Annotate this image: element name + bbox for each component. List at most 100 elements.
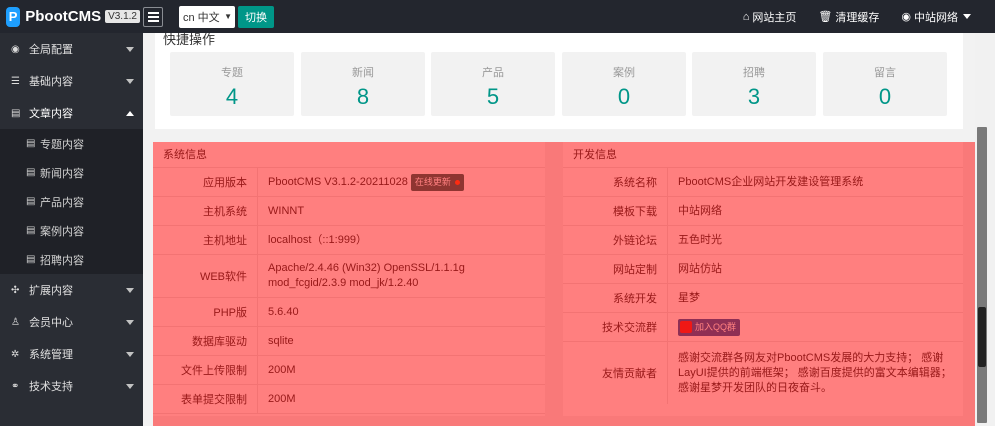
row-value: PbootCMS V3.1.2-20211028 在线更新 bbox=[257, 168, 545, 196]
table-row: 技术交流群 加入QQ群 bbox=[563, 313, 963, 342]
row-key: 系统开发 bbox=[613, 293, 657, 305]
row-value[interactable]: 五色时光 bbox=[667, 226, 963, 254]
stat-topics[interactable]: 专题 4 bbox=[170, 52, 294, 116]
sidebar-item-global-config[interactable]: ◉ 全局配置 bbox=[0, 33, 143, 65]
sidebar-item-support[interactable]: ⚭ 技术支持 bbox=[0, 370, 143, 402]
logo-icon: P bbox=[6, 6, 21, 27]
switch-language-button[interactable]: 切换 bbox=[238, 5, 274, 28]
row-value: WINNT bbox=[257, 197, 545, 225]
table-row: 文件上传限制 200M bbox=[153, 356, 545, 385]
globe-icon: ◉ bbox=[11, 43, 20, 55]
sidebar-subitem-news[interactable]: ▤ 新闻内容 bbox=[0, 158, 143, 187]
scrollbar-thumb[interactable] bbox=[977, 127, 987, 423]
row-key: 模板下载 bbox=[613, 206, 657, 218]
sidebar: ◉ 全局配置 ☰ 基础内容 ▤ 文章内容 ▤ 专题内容 ▤ 新闻内容 ▤ 产品内… bbox=[0, 33, 143, 426]
row-key: 应用版本 bbox=[203, 177, 247, 189]
sidebar-item-article-content[interactable]: ▤ 文章内容 bbox=[0, 97, 143, 129]
qq-icon bbox=[680, 321, 692, 333]
row-key: 主机地址 bbox=[203, 235, 247, 247]
sidebar-subitem-products[interactable]: ▤ 产品内容 bbox=[0, 187, 143, 216]
user-menu[interactable]: ◉ 中站网络 bbox=[901, 9, 971, 25]
sidebar-subitem-topics[interactable]: ▤ 专题内容 bbox=[0, 129, 143, 158]
sidebar-subitem-jobs[interactable]: ▤ 招聘内容 bbox=[0, 245, 143, 274]
sidebar-item-extensions[interactable]: ✣ 扩展内容 bbox=[0, 274, 143, 306]
stat-label: 产品 bbox=[482, 67, 504, 79]
logo-text: PbootCMS bbox=[25, 8, 102, 25]
sidebar-item-system[interactable]: ✲ 系统管理 bbox=[0, 338, 143, 370]
site-home-label: 网站主页 bbox=[752, 11, 797, 24]
table-row: 模板下载 中站网络 bbox=[563, 197, 963, 226]
stat-cases[interactable]: 案例 0 bbox=[562, 52, 686, 116]
file-icon: ▤ bbox=[26, 167, 36, 178]
row-key: 数据库驱动 bbox=[192, 336, 247, 348]
version-badge: V3.1.2 bbox=[105, 10, 140, 23]
stat-jobs[interactable]: 招聘 3 bbox=[692, 52, 816, 116]
chevron-down-icon: ▼ bbox=[224, 12, 232, 21]
file-icon: ▤ bbox=[26, 138, 36, 149]
stat-value: 5 bbox=[486, 84, 500, 109]
stat-messages[interactable]: 留言 0 bbox=[823, 52, 947, 116]
menu-toggle-button[interactable] bbox=[143, 6, 163, 27]
row-key: 外链论坛 bbox=[613, 235, 657, 247]
sliders-icon: ☰ bbox=[11, 75, 20, 87]
caret-down-icon bbox=[126, 320, 134, 325]
clear-cache-link[interactable]: 🗑 清理缓存 bbox=[818, 9, 879, 25]
stat-products[interactable]: 产品 5 bbox=[431, 52, 555, 116]
file-icon: ▤ bbox=[26, 254, 36, 265]
sidebar-subitem-label: 新闻内容 bbox=[40, 167, 84, 180]
stat-label: 案例 bbox=[613, 67, 635, 79]
stat-label: 专题 bbox=[221, 67, 243, 79]
stat-value: 0 bbox=[878, 84, 892, 109]
row-key: 文件上传限制 bbox=[181, 365, 247, 377]
caret-down-icon bbox=[963, 14, 971, 19]
join-qq-group-button[interactable]: 加入QQ群 bbox=[678, 318, 741, 336]
row-value[interactable]: 中站网络 bbox=[667, 197, 963, 225]
row-key: WEB软件 bbox=[199, 271, 247, 283]
sidebar-item-members[interactable]: ♙ 会员中心 bbox=[0, 306, 143, 338]
table-row: WEB软件 Apache/2.4.46 (Win32) OpenSSL/1.1.… bbox=[153, 255, 545, 298]
sidebar-item-label: 会员中心 bbox=[29, 317, 73, 329]
row-value: Apache/2.4.46 (Win32) OpenSSL/1.1.1g mod… bbox=[257, 255, 545, 297]
app-version: PbootCMS V3.1.2-20211028 bbox=[268, 175, 408, 188]
table-row: 系统名称 PbootCMS企业网站开发建设管理系统 bbox=[563, 168, 963, 197]
row-key: PHP版 bbox=[213, 307, 247, 319]
home-icon: ⌂ bbox=[742, 10, 750, 23]
row-value: 200M bbox=[257, 356, 545, 384]
hamburger-icon bbox=[147, 15, 159, 18]
system-info-panel: 系统信息 应用版本 PbootCMS V3.1.2-20211028 在线更新 … bbox=[153, 142, 545, 416]
dev-info-title: 开发信息 bbox=[563, 142, 963, 168]
sidebar-item-basic-content[interactable]: ☰ 基础内容 bbox=[0, 65, 143, 97]
table-row: 数据库驱动 sqlite bbox=[153, 327, 545, 356]
row-value[interactable]: 网站仿站 bbox=[667, 255, 963, 283]
table-row: 友情贡献者 感谢交流群各网友对PbootCMS发展的大力支持； 感谢LayUI提… bbox=[563, 342, 963, 404]
sidebar-item-label: 系统管理 bbox=[29, 349, 73, 361]
gear-icon: ✲ bbox=[11, 348, 20, 360]
table-row: 表单提交限制 200M bbox=[153, 385, 545, 414]
row-value[interactable]: PbootCMS企业网站开发建设管理系统 bbox=[667, 168, 963, 196]
scrollbar-grip bbox=[978, 307, 986, 367]
stat-value: 8 bbox=[356, 84, 370, 109]
online-update-label: 在线更新 bbox=[414, 176, 451, 187]
row-value: 星梦 bbox=[667, 284, 963, 312]
user-menu-label: 中站网络 bbox=[914, 11, 958, 24]
stat-news[interactable]: 新闻 8 bbox=[301, 52, 425, 116]
clear-cache-label: 清理缓存 bbox=[835, 11, 880, 24]
sidebar-subitem-cases[interactable]: ▤ 案例内容 bbox=[0, 216, 143, 245]
sidebar-subitem-label: 招聘内容 bbox=[40, 254, 84, 267]
language-select[interactable]: cn 中文 ▼ bbox=[179, 5, 235, 28]
puzzle-icon: ✣ bbox=[11, 284, 20, 296]
stat-value: 0 bbox=[617, 84, 631, 109]
caret-down-icon bbox=[126, 47, 134, 52]
system-info-title: 系统信息 bbox=[153, 142, 545, 168]
online-update-button[interactable]: 在线更新 bbox=[410, 173, 464, 191]
sidebar-item-label: 技术支持 bbox=[29, 381, 73, 393]
logo[interactable]: P PbootCMS V3.1.2 bbox=[0, 6, 140, 27]
dev-info-panel: 开发信息 系统名称 PbootCMS企业网站开发建设管理系统 模板下载 中站网络… bbox=[563, 142, 963, 416]
page-scrollbar[interactable] bbox=[975, 33, 995, 426]
row-key: 网站定制 bbox=[613, 264, 657, 276]
sidebar-item-label: 基础内容 bbox=[29, 76, 73, 88]
row-value: 5.6.40 bbox=[257, 298, 545, 326]
article-submenu: ▤ 专题内容 ▤ 新闻内容 ▤ 产品内容 ▤ 案例内容 ▤ 招聘内容 bbox=[0, 129, 143, 274]
top-header: P PbootCMS V3.1.2 cn 中文 ▼ 切换 ⌂ 网站主页 🗑 清理… bbox=[0, 0, 995, 33]
site-home-link[interactable]: ⌂ 网站主页 bbox=[743, 9, 797, 25]
